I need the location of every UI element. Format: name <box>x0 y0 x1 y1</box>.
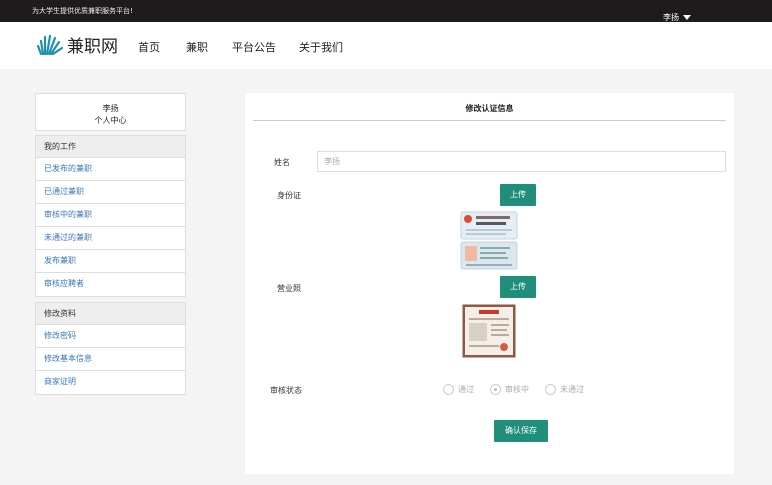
fan-logo-icon <box>37 34 63 55</box>
name-input[interactable]: 李扬 <box>317 151 726 172</box>
menu-item-published[interactable]: 已发布的兼职 <box>36 158 185 181</box>
menu-edit-profile: 修改资料 修改密码 修改基本信息 商家证明 <box>35 302 186 395</box>
radio-circle[interactable] <box>443 384 454 395</box>
menu-item-merchant-proof[interactable]: 商家证明 <box>36 371 185 394</box>
status-option-reviewing[interactable]: 审核中 <box>490 384 529 395</box>
nav-about[interactable]: 关于我们 <box>299 39 343 55</box>
id-card-label: 身份证 <box>277 191 301 200</box>
profile-name: 李扬 <box>102 104 119 113</box>
business-license-image <box>462 304 516 358</box>
upload-id-button[interactable]: 上传 <box>500 184 536 206</box>
id-card-image <box>460 211 518 270</box>
logo-text: 兼职网 <box>67 37 118 57</box>
menu-item-review-applicants[interactable]: 审核应聘者 <box>36 273 185 296</box>
name-label: 姓名 <box>274 158 290 167</box>
menu-heading-work: 我的工作 <box>36 136 185 158</box>
radio-circle[interactable] <box>545 384 556 395</box>
license-label: 营业照 <box>277 284 301 293</box>
panel-title: 修改认证信息 <box>253 93 726 121</box>
menu-item-basic-info[interactable]: 修改基本信息 <box>36 348 185 371</box>
status-option-rejected[interactable]: 未通过 <box>545 384 584 395</box>
caret-down-icon <box>683 15 691 20</box>
menu-item-rejected[interactable]: 未通过的兼职 <box>36 227 185 250</box>
menu-item-change-password[interactable]: 修改密码 <box>36 325 185 348</box>
sidebar: 李扬 个人中心 我的工作 已发布的兼职 已通过兼职 审核中的兼职 未通过的兼职 … <box>35 93 186 395</box>
status-label: 审核状态 <box>270 386 302 395</box>
status-option-label: 未通过 <box>560 385 584 394</box>
status-option-label: 通过 <box>458 385 474 394</box>
menu-item-reviewing[interactable]: 审核中的兼职 <box>36 204 185 227</box>
menu-my-work: 我的工作 已发布的兼职 已通过兼职 审核中的兼职 未通过的兼职 发布兼职 审核应… <box>35 135 186 297</box>
profile-subtitle: 个人中心 <box>94 116 127 125</box>
menu-heading-profile: 修改资料 <box>36 303 185 325</box>
status-option-approved[interactable]: 通过 <box>443 384 474 395</box>
nav-jobs[interactable]: 兼职 <box>186 39 208 55</box>
nav-announcements[interactable]: 平台公告 <box>232 39 276 55</box>
menu-item-approved[interactable]: 已通过兼职 <box>36 181 185 204</box>
nav-home[interactable]: 首页 <box>138 39 160 55</box>
upload-license-button[interactable]: 上传 <box>500 276 536 298</box>
menu-item-publish-job[interactable]: 发布兼职 <box>36 250 185 273</box>
main-nav: 兼职网 首页 兼职 平台公告 关于我们 <box>0 22 772 69</box>
top-bar: 为大学生提供优质兼职服务平台! 李扬 <box>0 0 772 22</box>
save-button[interactable]: 确认保存 <box>494 420 548 442</box>
verification-panel: 修改认证信息 姓名 李扬 身份证 上传 营业照 上传 审核状态 通过 审核中 未… <box>245 93 734 474</box>
profile-card: 李扬 个人中心 <box>35 93 186 131</box>
status-option-label: 审核中 <box>505 385 529 394</box>
site-logo[interactable]: 兼职网 <box>37 32 118 57</box>
status-radio-group: 通过 审核中 未通过 <box>443 384 600 395</box>
radio-circle-selected[interactable] <box>490 384 501 395</box>
site-slogan: 为大学生提供优质兼职服务平台! <box>32 7 133 15</box>
